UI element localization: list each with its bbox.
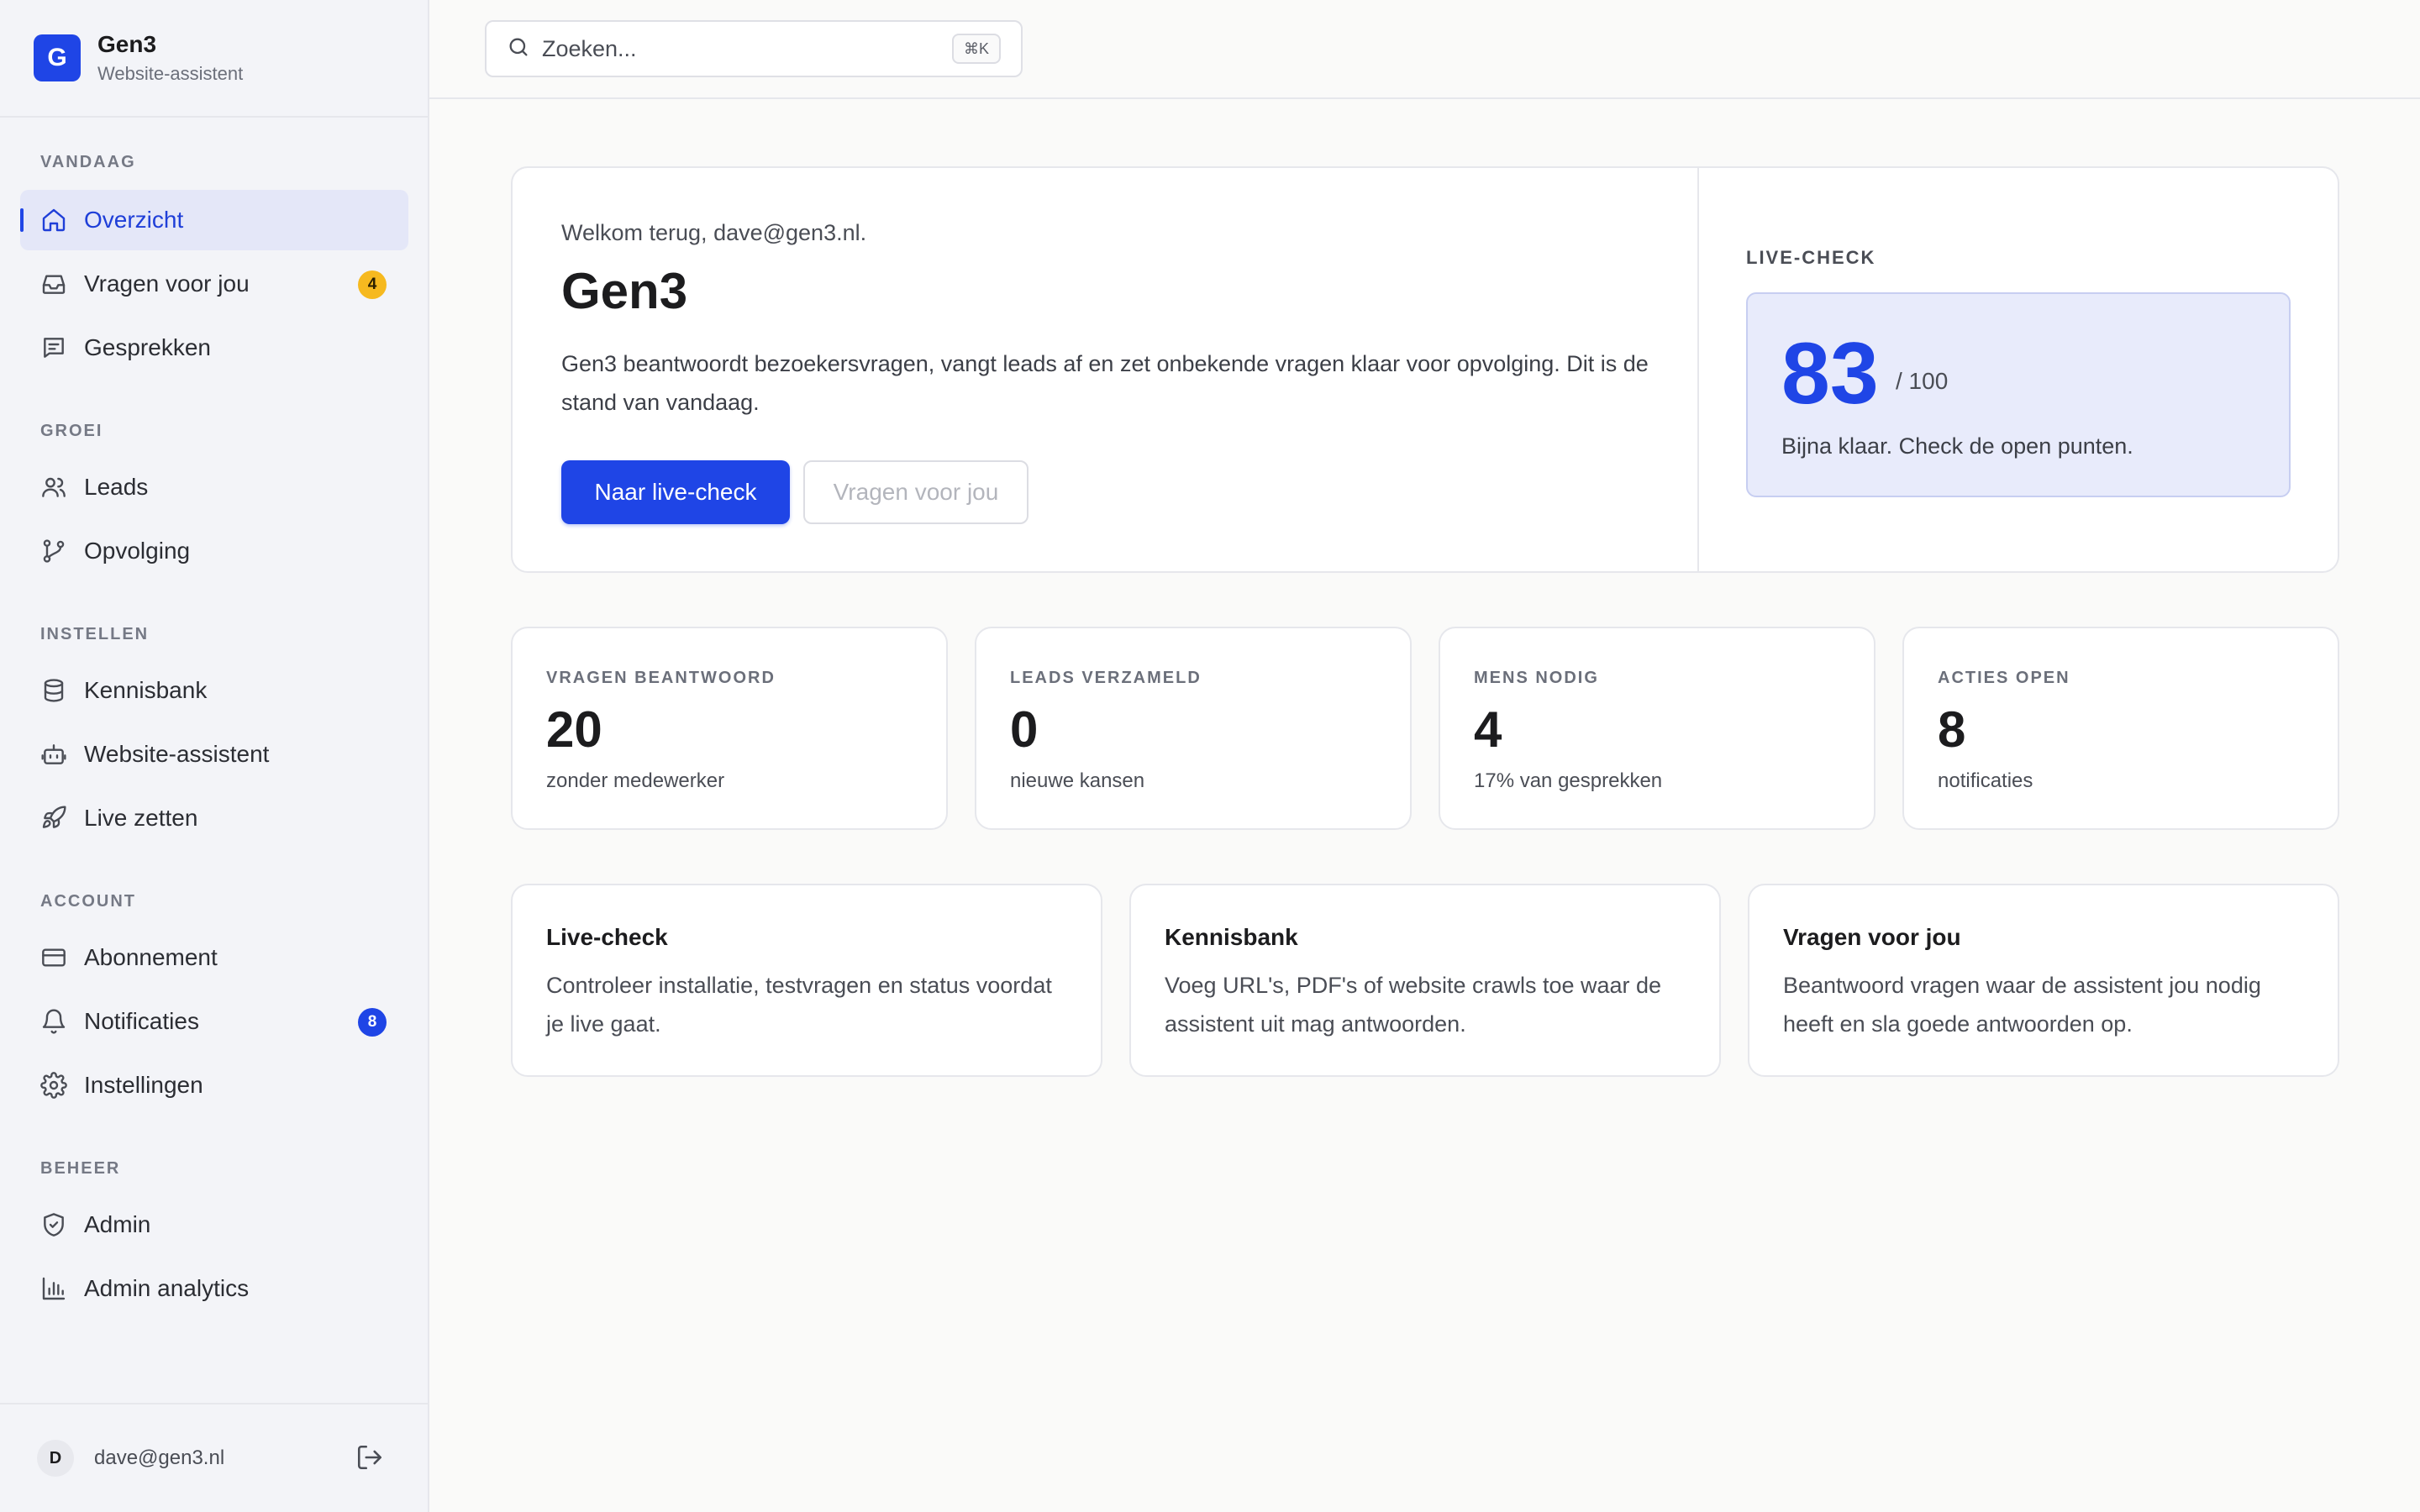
git-branch-icon bbox=[40, 538, 67, 564]
stat-label: LEADS VERZAMELD bbox=[1010, 669, 1202, 687]
sidebar-item-notificaties[interactable]: Notificaties 8 bbox=[20, 991, 408, 1052]
rocket-icon bbox=[40, 805, 67, 832]
stat-label: VRAGEN BEANTWOORD bbox=[546, 669, 776, 687]
stat-value: 0 bbox=[1010, 701, 1039, 758]
message-icon bbox=[40, 334, 67, 361]
sidebar-item-live-zetten[interactable]: Live zetten bbox=[20, 788, 408, 848]
card-vragen-voor-jou[interactable]: Vragen voor jou Beantwoord vragen waar d… bbox=[1748, 884, 2339, 1077]
stat-sub: notificaties bbox=[1938, 769, 2033, 792]
top-bar: Zoeken... ⌘K bbox=[429, 0, 2420, 99]
live-check-max: / 100 bbox=[1896, 368, 1949, 394]
live-check-message: Bijna klaar. Check de open punten. bbox=[1781, 433, 2133, 459]
sidebar-item-label: Overzicht bbox=[84, 207, 184, 233]
stat-sub: zonder medewerker bbox=[546, 769, 725, 792]
sidebar-item-opvolging[interactable]: Opvolging bbox=[20, 521, 408, 581]
card-description: Controleer installatie, testvragen en st… bbox=[546, 973, 1052, 1037]
user-email: dave@gen3.nl bbox=[94, 1446, 225, 1469]
live-check-score: 83 bbox=[1781, 325, 1879, 423]
bell-icon bbox=[40, 1008, 67, 1035]
live-check-label: LIVE-CHECK bbox=[1746, 247, 1876, 268]
stat-card-acties-open: ACTIES OPEN 8 notificaties bbox=[1902, 627, 2339, 830]
sidebar-item-leads[interactable]: Leads bbox=[20, 457, 408, 517]
sidebar-item-label: Opvolging bbox=[84, 538, 191, 564]
sidebar-item-label: Leads bbox=[84, 474, 149, 500]
inbox-icon bbox=[40, 270, 67, 297]
stat-value: 4 bbox=[1474, 701, 1502, 758]
stat-label: MENS NODIG bbox=[1474, 669, 1599, 687]
users-icon bbox=[40, 474, 67, 501]
section-label-instellen: INSTELLEN bbox=[40, 625, 150, 643]
user-bar: D dave@gen3.nl bbox=[0, 1403, 428, 1512]
section-label-account: ACCOUNT bbox=[40, 892, 136, 911]
hero-description: Gen3 beantwoordt bezoekersvragen, vangt … bbox=[561, 351, 1649, 415]
sidebar-item-instellingen[interactable]: Instellingen bbox=[20, 1055, 408, 1116]
search-input[interactable]: Zoeken... ⌘K bbox=[485, 20, 1023, 77]
stat-card-vragen-beantwoord: VRAGEN BEANTWOORD 20 zonder medewerker bbox=[511, 627, 948, 830]
stat-card-leads-verzameld: LEADS VERZAMELD 0 nieuwe kansen bbox=[975, 627, 1412, 830]
card-live-check[interactable]: Live-check Controleer installatie, testv… bbox=[511, 884, 1102, 1077]
sidebar-item-label: Instellingen bbox=[84, 1072, 203, 1098]
sidebar-item-admin-analytics[interactable]: Admin analytics bbox=[20, 1258, 408, 1319]
sidebar-item-label: Admin bbox=[84, 1211, 151, 1237]
card-kennisbank[interactable]: Kennisbank Voeg URL's, PDF's of website … bbox=[1129, 884, 1721, 1077]
brand-subtitle: Website-assistent bbox=[97, 63, 244, 84]
live-check-score-card[interactable]: 83 / 100 Bijna klaar. Check de open punt… bbox=[1746, 292, 2291, 497]
bar-chart-icon bbox=[40, 1275, 67, 1302]
go-live-check-button[interactable]: Naar live-check bbox=[561, 460, 790, 524]
sidebar-item-label: Live zetten bbox=[84, 805, 198, 831]
stat-card-mens-nodig: MENS NODIG 4 17% van gesprekken bbox=[1439, 627, 1876, 830]
welcome-text: Welkom terug, dave@gen3.nl. bbox=[561, 220, 867, 245]
logout-icon[interactable] bbox=[355, 1443, 384, 1472]
home-icon bbox=[40, 207, 67, 234]
gear-icon bbox=[40, 1072, 67, 1099]
brand-logo: G bbox=[34, 34, 81, 81]
sidebar-item-vragen-voor-jou[interactable]: Vragen voor jou 4 bbox=[20, 254, 408, 314]
card-description: Beantwoord vragen waar de assistent jou … bbox=[1783, 973, 2261, 1037]
count-badge: 4 bbox=[358, 270, 387, 299]
stat-label: ACTIES OPEN bbox=[1938, 669, 2070, 687]
stat-sub: 17% van gesprekken bbox=[1474, 769, 1663, 792]
avatar[interactable]: D bbox=[37, 1440, 74, 1477]
sidebar: G Gen3 Website-assistent VANDAAG Overzic… bbox=[0, 0, 429, 1512]
shield-icon bbox=[40, 1211, 67, 1238]
sidebar-item-admin[interactable]: Admin bbox=[20, 1194, 408, 1255]
welcome-panel: Welkom terug, dave@gen3.nl. Gen3 Gen3 be… bbox=[511, 166, 2339, 573]
search-placeholder: Zoeken... bbox=[542, 35, 637, 61]
stat-sub: nieuwe kansen bbox=[1010, 769, 1145, 792]
page-title: Gen3 bbox=[561, 263, 688, 319]
sidebar-item-gesprekken[interactable]: Gesprekken bbox=[20, 318, 408, 378]
sidebar-item-overzicht[interactable]: Overzicht bbox=[20, 190, 408, 250]
stat-value: 8 bbox=[1938, 701, 1966, 758]
sidebar-item-label: Gesprekken bbox=[84, 334, 211, 360]
shortcut-hint: ⌘K bbox=[951, 34, 1001, 64]
count-badge: 8 bbox=[358, 1008, 387, 1037]
bot-icon bbox=[40, 741, 67, 768]
credit-card-icon bbox=[40, 944, 67, 971]
questions-for-you-button[interactable]: Vragen voor jou bbox=[803, 460, 1028, 524]
card-title: Live-check bbox=[546, 924, 668, 950]
section-label-beheer: BEHEER bbox=[40, 1159, 121, 1178]
sidebar-item-label: Abonnement bbox=[84, 944, 218, 970]
sidebar-item-kennisbank[interactable]: Kennisbank bbox=[20, 660, 408, 721]
brand-name: Gen3 bbox=[97, 31, 157, 57]
card-title: Kennisbank bbox=[1165, 924, 1298, 950]
card-description: Voeg URL's, PDF's of website crawls toe … bbox=[1165, 973, 1662, 1037]
stat-value: 20 bbox=[546, 701, 602, 758]
sidebar-item-website-assistent[interactable]: Website-assistent bbox=[20, 724, 408, 785]
welcome-section: Welkom terug, dave@gen3.nl. Gen3 Gen3 be… bbox=[513, 168, 1699, 571]
sidebar-item-label: Website-assistent bbox=[84, 741, 270, 767]
section-label-groei: GROEI bbox=[40, 422, 103, 440]
card-title: Vragen voor jou bbox=[1783, 924, 1961, 950]
sidebar-item-label: Notificaties bbox=[84, 1008, 199, 1034]
search-icon bbox=[507, 35, 530, 63]
sidebar-item-label: Kennisbank bbox=[84, 677, 208, 703]
brand[interactable]: G Gen3 Website-assistent bbox=[0, 0, 428, 118]
sidebar-item-abonnement[interactable]: Abonnement bbox=[20, 927, 408, 988]
database-icon bbox=[40, 677, 67, 704]
sidebar-item-label: Admin analytics bbox=[84, 1275, 250, 1301]
section-label-vandaag: VANDAAG bbox=[40, 153, 136, 171]
sidebar-item-label: Vragen voor jou bbox=[84, 270, 250, 297]
